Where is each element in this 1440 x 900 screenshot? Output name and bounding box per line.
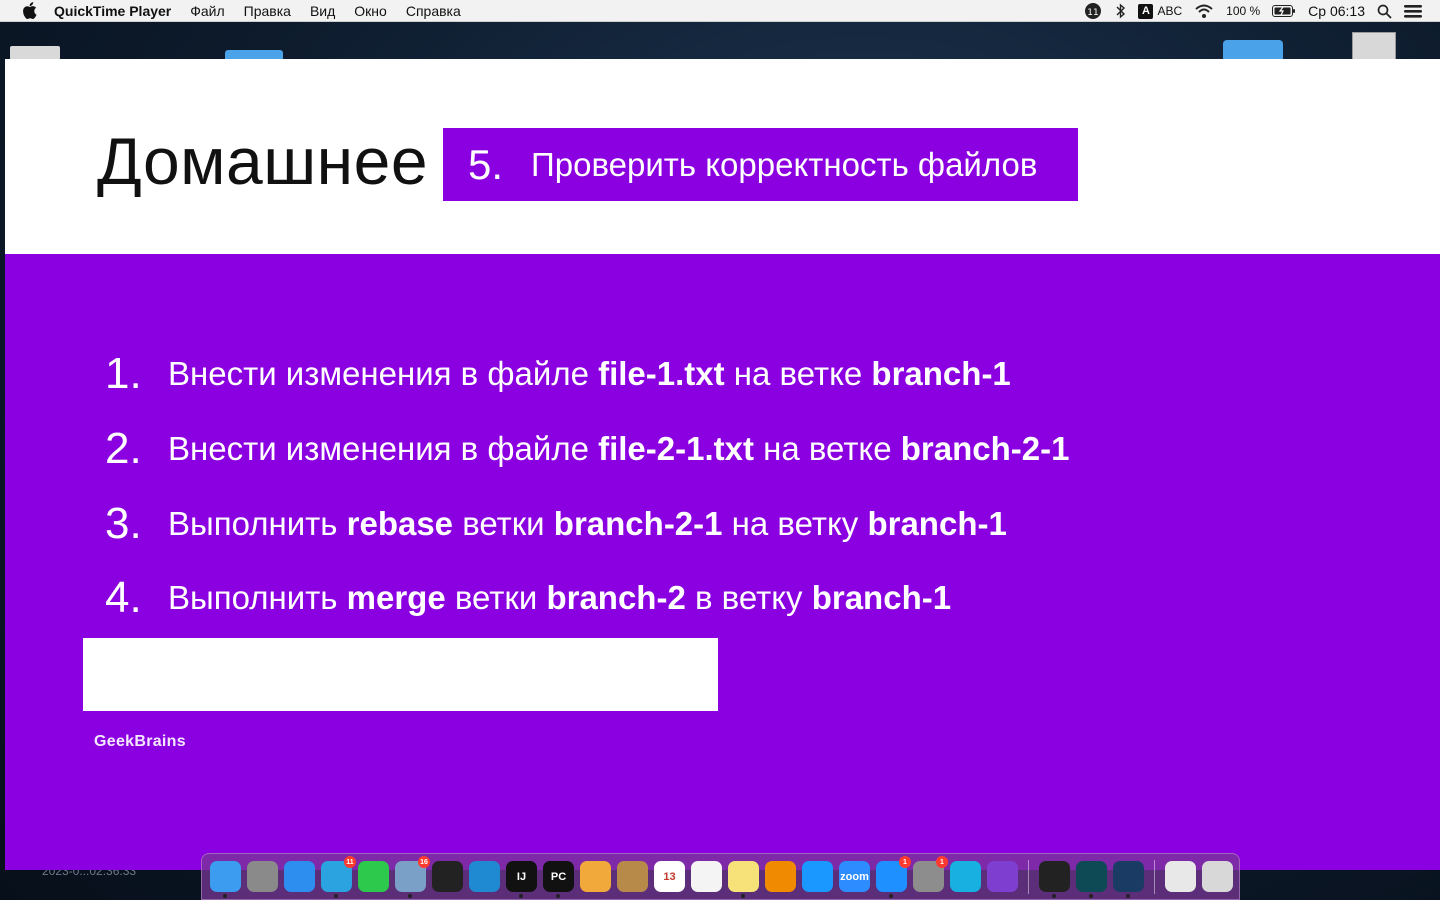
running-indicator [223, 894, 227, 898]
safari-icon[interactable] [284, 861, 315, 892]
task-text: Внести изменения в файле file-2-1.txt на… [168, 430, 1070, 467]
bluetooth-icon[interactable] [1116, 0, 1126, 22]
document-icon[interactable] [1165, 861, 1196, 892]
activity-monitor-icon[interactable] [1039, 861, 1070, 898]
quicktime-player-window: Домашнее 5. Проверить корректность файло… [5, 59, 1440, 870]
calendar-icon[interactable]: 13 [654, 861, 685, 892]
notification-center-icon[interactable]: 11 [1084, 0, 1104, 22]
brand-logo-text: GeekBrains [94, 733, 186, 750]
step-text: Проверить корректность файлов [531, 145, 1038, 183]
running-indicator [1126, 894, 1130, 898]
running-indicator [519, 894, 523, 898]
dock-badge: 16 [418, 856, 430, 868]
zoom-icon[interactable]: zoom [839, 861, 870, 892]
dock-separator [1028, 859, 1029, 894]
battery-icon[interactable] [1272, 0, 1296, 22]
step-banner: 5. Проверить корректность файлов [443, 128, 1078, 201]
trash-icon[interactable] [1202, 861, 1233, 892]
app-name-menu[interactable]: QuickTime Player [54, 3, 171, 19]
dock-icon-label: 13 [663, 870, 676, 883]
task-number: 4. [105, 573, 142, 622]
wifi-icon[interactable] [1194, 0, 1214, 22]
intellij-icon[interactable]: IJ [506, 861, 537, 898]
menu-help[interactable]: Справка [406, 3, 461, 19]
task-item: 4. Выполнить merge ветки branch-2 в ветк… [105, 573, 951, 623]
task-number: 2. [105, 424, 142, 473]
telegram-icon[interactable]: 11 [321, 856, 356, 898]
spotlight-search-icon[interactable] [1377, 0, 1392, 22]
vlc-icon[interactable] [765, 861, 796, 892]
prime-video-icon[interactable] [802, 861, 833, 892]
running-indicator [889, 894, 893, 898]
reminders-icon[interactable] [691, 861, 722, 892]
contacts-icon[interactable] [617, 861, 648, 892]
app-store-icon[interactable]: 1 [876, 856, 911, 898]
menu-view[interactable]: Вид [310, 3, 335, 19]
facetime-icon[interactable] [358, 861, 389, 892]
github-desktop-icon[interactable] [987, 861, 1018, 892]
slide-title: Домашнее [97, 124, 429, 198]
status-area: 11 A ABC 100 % Ср 06:13 [1084, 0, 1422, 22]
dock-badge: 1 [936, 856, 948, 868]
preview-icon[interactable]: 16 [395, 856, 430, 898]
task-text: Внести изменения в файле file-1.txt на в… [168, 355, 1011, 392]
menu-window[interactable]: Окно [354, 3, 387, 19]
task-number: 3. [105, 499, 142, 548]
input-source-icon: A [1138, 3, 1154, 19]
running-indicator [741, 894, 745, 898]
pycharm-icon[interactable]: PC [543, 861, 574, 898]
blank-white-bar [83, 638, 718, 711]
menu-edit[interactable]: Правка [244, 3, 291, 19]
dock-icon-label: zoom [840, 870, 869, 883]
desktop-folder-icon[interactable] [1223, 40, 1283, 60]
task-item: 3. Выполнить rebase ветки branch-2-1 на … [105, 499, 1007, 549]
finder-icon[interactable] [210, 861, 241, 898]
svg-text:11: 11 [1088, 8, 1099, 18]
gitkraken-icon[interactable] [1076, 861, 1107, 898]
system-preferences-icon[interactable]: 1 [913, 856, 948, 892]
task-item: 2. Внести изменения в файле file-2-1.txt… [105, 424, 1069, 474]
task-number: 1. [105, 349, 142, 398]
desktop-document-icon[interactable] [1352, 32, 1396, 60]
notes-icon[interactable] [728, 861, 759, 898]
dock-separator [1154, 859, 1155, 894]
vscode-icon[interactable] [469, 861, 500, 892]
copilot-icon[interactable] [950, 861, 981, 892]
input-source-label: ABC [1157, 4, 1183, 18]
dock: 11 16 IJ PC 13 zoom 1 1 [201, 853, 1240, 900]
running-indicator [1089, 894, 1093, 898]
task-item: 1. Внести изменения в файле file-1.txt н… [105, 349, 1011, 399]
running-indicator [408, 894, 412, 898]
terminal-icon[interactable] [432, 861, 463, 892]
slide-header: Домашнее 5. Проверить корректность файло… [5, 59, 1440, 254]
running-indicator [334, 894, 338, 898]
apple-menu-icon[interactable] [20, 2, 38, 20]
task-text: Выполнить merge ветки branch-2 в ветку b… [168, 579, 952, 616]
quicktime-icon[interactable] [1113, 861, 1144, 898]
dock-icon-label: IJ [516, 870, 527, 883]
step-number: 5. [468, 140, 504, 188]
task-text: Выполнить rebase ветки branch-2-1 на вет… [168, 505, 1007, 542]
clock[interactable]: Ср 06:13 [1308, 0, 1365, 22]
photos-icon[interactable] [580, 861, 611, 892]
dock-badge: 1 [899, 856, 911, 868]
dock-icon-label: PC [550, 870, 567, 883]
running-indicator [556, 894, 560, 898]
launchpad-icon[interactable] [247, 861, 278, 892]
battery-percent[interactable]: 100 % [1226, 0, 1260, 22]
running-indicator [1052, 894, 1056, 898]
control-center-icon[interactable] [1404, 0, 1422, 22]
menu-bar: QuickTime Player Файл Правка Вид Окно Сп… [0, 0, 1440, 22]
dock-badge: 11 [344, 856, 356, 868]
menu-file[interactable]: Файл [190, 3, 224, 19]
input-source-menu[interactable]: A ABC [1138, 0, 1182, 22]
desktop-disk-icon[interactable] [10, 46, 60, 60]
